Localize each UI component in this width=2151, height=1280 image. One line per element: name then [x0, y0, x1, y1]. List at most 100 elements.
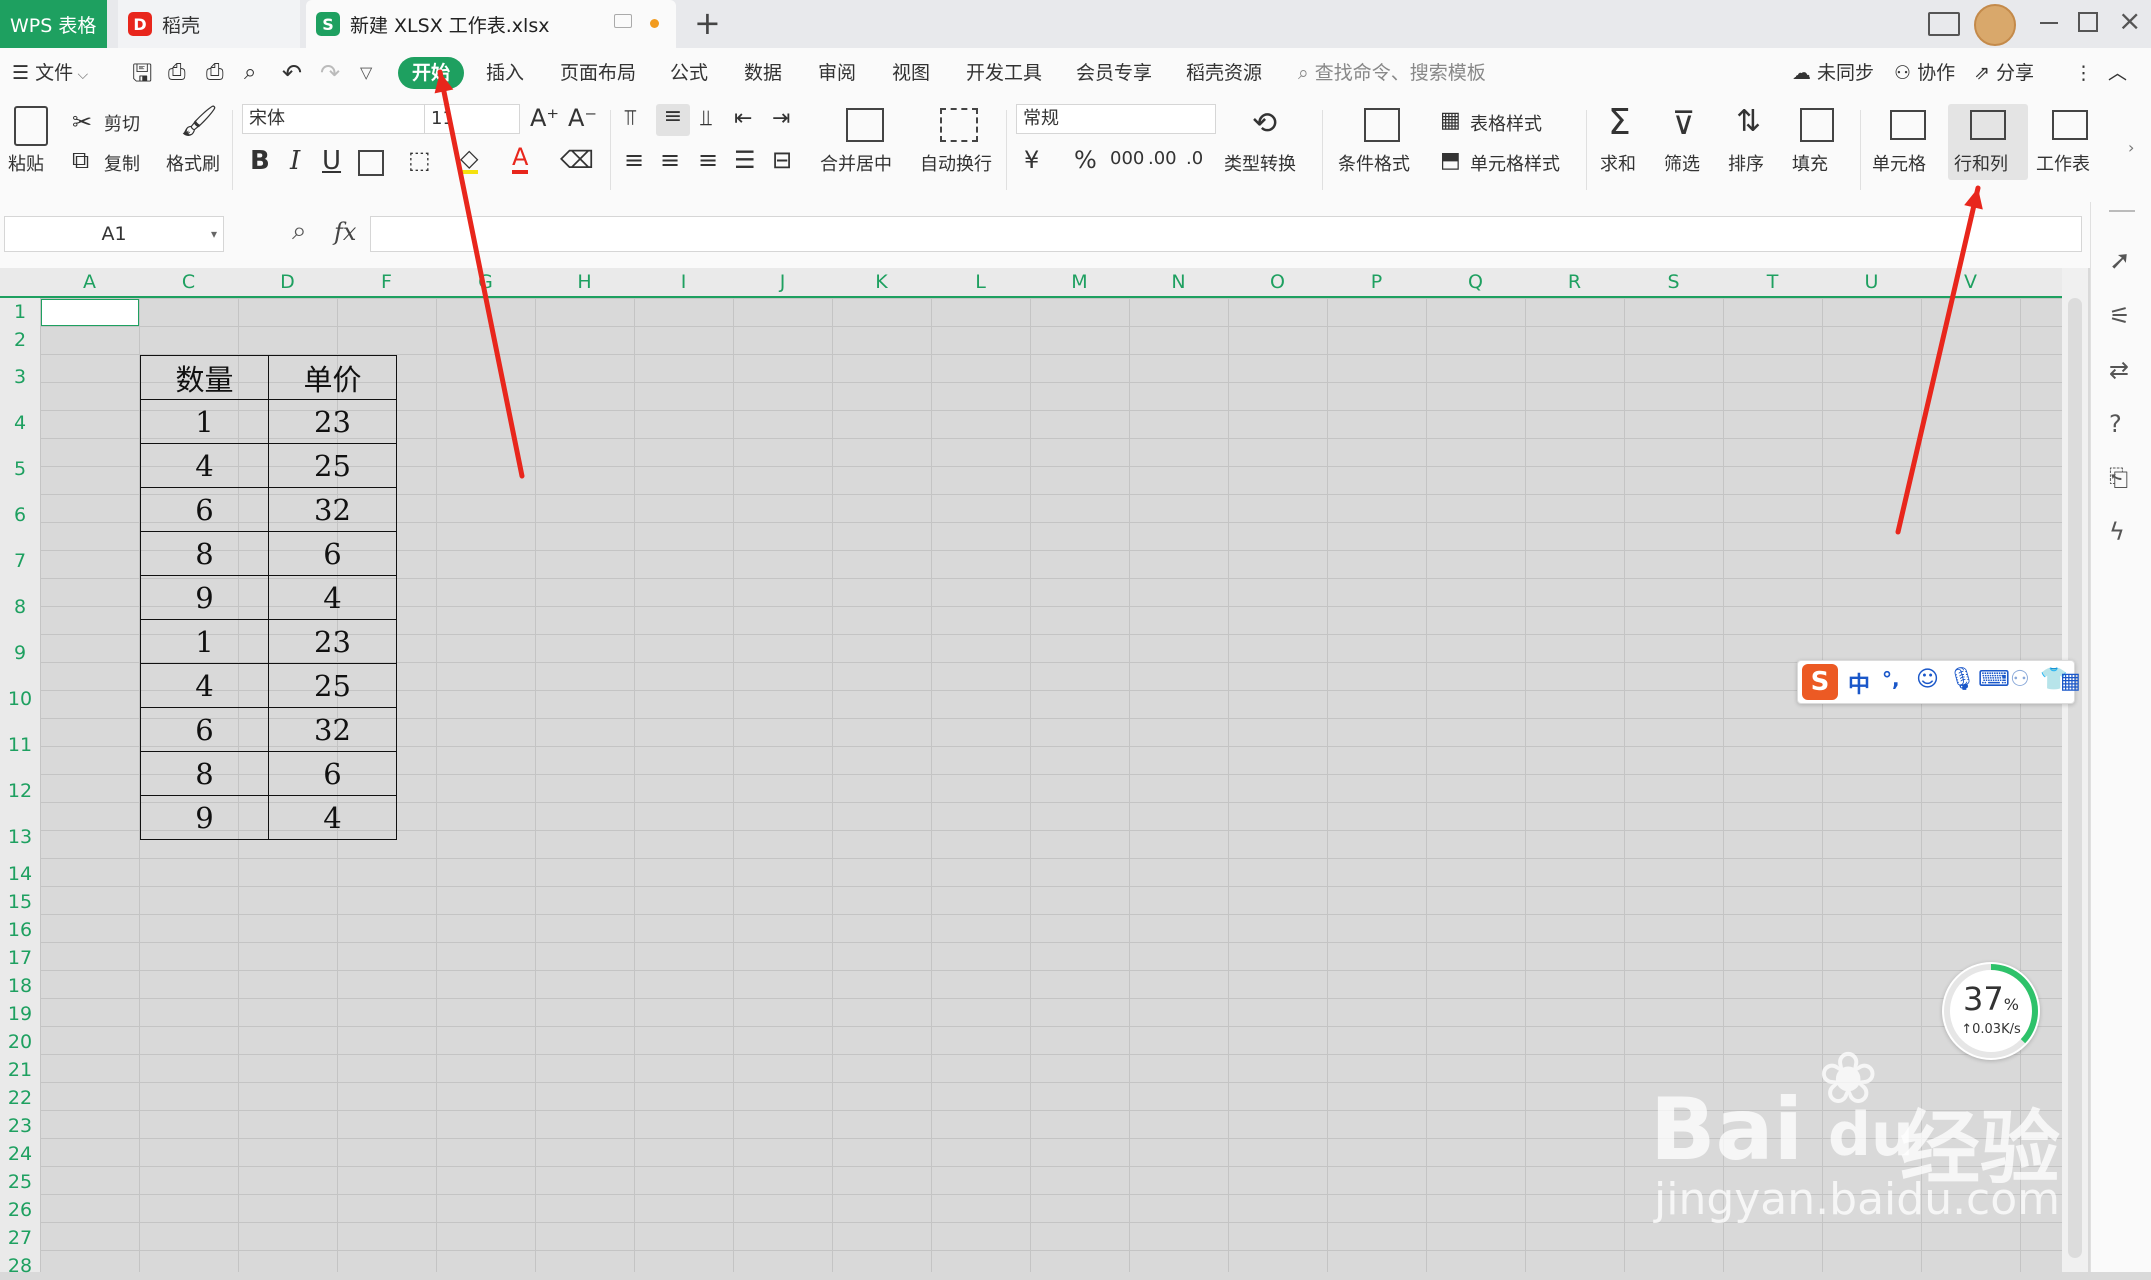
- justify-icon[interactable]: ☰: [734, 146, 756, 174]
- copy-button[interactable]: 复制: [104, 150, 140, 176]
- row-header[interactable]: 27: [0, 1224, 40, 1252]
- tab-workbook[interactable]: S 新建 XLSX 工作表.xlsx: [306, 0, 676, 48]
- table-cell[interactable]: 32: [268, 487, 397, 532]
- save-icon[interactable]: 🖫: [132, 48, 152, 98]
- tab-home[interactable]: 开始: [398, 57, 465, 89]
- filter-button[interactable]: 筛选: [1664, 150, 1700, 176]
- column-header[interactable]: G: [436, 268, 535, 296]
- row-header[interactable]: 9: [0, 630, 40, 676]
- decrease-font-icon[interactable]: A⁻: [568, 104, 597, 132]
- decrease-decimal-icon[interactable]: .0: [1186, 148, 1203, 169]
- print-icon[interactable]: ⎙: [206, 48, 224, 98]
- row-header[interactable]: 21: [0, 1056, 40, 1084]
- redo-icon[interactable]: ↷: [320, 48, 340, 98]
- emoji-icon[interactable]: ☺: [1916, 667, 1939, 692]
- column-header[interactable]: R: [1525, 268, 1624, 296]
- column-header[interactable]: D: [238, 268, 337, 296]
- bold-button[interactable]: B: [250, 146, 270, 176]
- tab-daoke[interactable]: D 稻壳: [118, 0, 300, 48]
- column-header[interactable]: N: [1129, 268, 1228, 296]
- more-icon[interactable]: ⋮: [2074, 48, 2093, 98]
- type-convert-button[interactable]: 类型转换: [1224, 150, 1296, 176]
- row-header[interactable]: 28: [0, 1252, 40, 1280]
- table-style-button[interactable]: 表格样式: [1470, 110, 1542, 136]
- tab-developer[interactable]: 开发工具: [966, 48, 1042, 98]
- toolbox-grid-icon[interactable]: ▦: [2060, 669, 2081, 694]
- row-header[interactable]: 4: [0, 400, 40, 446]
- table-cell[interactable]: 6: [140, 487, 269, 532]
- settings-sliders-icon[interactable]: ⚟: [2109, 302, 2131, 330]
- table-cell[interactable]: 23: [268, 619, 397, 664]
- cut-button[interactable]: 剪切: [104, 110, 140, 136]
- share-button[interactable]: ⇗ 分享: [1974, 48, 2034, 98]
- column-header[interactable]: C: [139, 268, 238, 296]
- row-header[interactable]: 25: [0, 1168, 40, 1196]
- sum-button[interactable]: 求和: [1600, 150, 1636, 176]
- tab-member[interactable]: 会员专享: [1076, 48, 1152, 98]
- ime-mode-toggle[interactable]: 中: [1848, 667, 1870, 699]
- keyboard-icon[interactable]: ⌨: [1978, 667, 2010, 692]
- tab-review[interactable]: 审阅: [818, 48, 856, 98]
- row-header[interactable]: 20: [0, 1028, 40, 1056]
- avatar[interactable]: [1974, 4, 2016, 46]
- print-preview-icon[interactable]: ⌕: [244, 48, 256, 98]
- fill-color-icon[interactable]: ◇: [460, 146, 479, 174]
- tab-data[interactable]: 数据: [744, 48, 782, 98]
- help-icon[interactable]: ?: [2109, 410, 2122, 438]
- tab-wps-spreadsheet[interactable]: WPS 表格: [0, 0, 107, 48]
- row-header[interactable]: 12: [0, 768, 40, 814]
- scroll-thumb[interactable]: [2068, 298, 2082, 1258]
- clear-format-icon[interactable]: ⌫: [560, 146, 594, 174]
- align-top-icon[interactable]: ⫪: [624, 106, 636, 131]
- zoom-search-icon[interactable]: ⌕: [292, 216, 307, 247]
- row-header[interactable]: 3: [0, 354, 40, 400]
- row-header[interactable]: 8: [0, 584, 40, 630]
- minimize-icon[interactable]: [2040, 22, 2058, 24]
- sync-button[interactable]: ☁ 未同步: [1792, 48, 1874, 98]
- table-cell[interactable]: 4: [140, 443, 269, 488]
- table-cell[interactable]: 4: [140, 663, 269, 708]
- undo-icon[interactable]: ↶: [282, 48, 302, 98]
- underline-button[interactable]: U: [322, 146, 341, 176]
- number-format-select[interactable]: 常规: [1016, 104, 1216, 134]
- tab-formula[interactable]: 公式: [670, 48, 708, 98]
- column-header[interactable]: K: [832, 268, 931, 296]
- active-cell-a1[interactable]: [41, 299, 139, 326]
- restore-icon[interactable]: [2078, 12, 2098, 32]
- tab-view[interactable]: 视图: [892, 48, 930, 98]
- row-header[interactable]: 5: [0, 446, 40, 492]
- fill-pattern-icon[interactable]: ⬚: [408, 146, 431, 174]
- column-header[interactable]: H: [535, 268, 634, 296]
- row-header[interactable]: 26: [0, 1196, 40, 1224]
- column-header[interactable]: L: [931, 268, 1030, 296]
- align-center-icon[interactable]: ≡: [660, 146, 680, 174]
- sort-button[interactable]: 排序: [1728, 150, 1764, 176]
- row-header[interactable]: 11: [0, 722, 40, 768]
- row-header[interactable]: 14: [0, 860, 40, 888]
- decrease-indent-icon[interactable]: ⇤: [734, 106, 752, 131]
- tab-page-layout[interactable]: 页面布局: [560, 48, 636, 98]
- cell-button[interactable]: 单元格: [1872, 150, 1926, 176]
- row-header[interactable]: 19: [0, 1000, 40, 1028]
- command-search[interactable]: ⌕ 查找命令、搜索模板: [1298, 48, 1486, 98]
- table-cell[interactable]: 6: [268, 751, 397, 796]
- close-icon[interactable]: ×: [2118, 4, 2141, 37]
- row-header[interactable]: 7: [0, 538, 40, 584]
- row-header[interactable]: 13: [0, 814, 40, 860]
- row-header[interactable]: 1: [0, 298, 40, 326]
- column-header[interactable]: J: [733, 268, 832, 296]
- layout-icon[interactable]: [1928, 12, 1960, 36]
- cell-style-button[interactable]: 单元格样式: [1470, 150, 1560, 176]
- row-header[interactable]: 22: [0, 1084, 40, 1112]
- table-cell[interactable]: 32: [268, 707, 397, 752]
- user-profile-icon[interactable]: ⚇: [2010, 667, 2030, 692]
- column-header[interactable]: V: [1921, 268, 2020, 296]
- table-cell[interactable]: 6: [140, 707, 269, 752]
- font-size-select[interactable]: 11: [424, 104, 520, 134]
- row-header[interactable]: 23: [0, 1112, 40, 1140]
- conditional-format-button[interactable]: 条件格式: [1338, 150, 1410, 176]
- column-header[interactable]: F: [337, 268, 436, 296]
- row-header[interactable]: 24: [0, 1140, 40, 1168]
- italic-button[interactable]: I: [290, 146, 300, 176]
- format-painter-button[interactable]: 格式刷: [166, 150, 220, 176]
